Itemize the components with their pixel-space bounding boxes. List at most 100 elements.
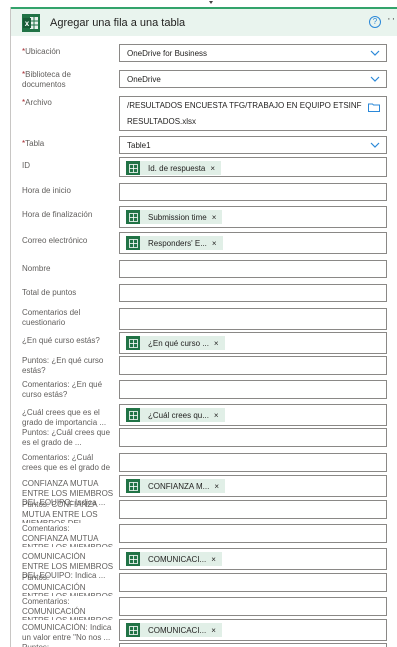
- dynamic-content-token[interactable]: ¿Cuál crees qu... ×: [126, 408, 225, 422]
- dynamic-content-token[interactable]: Submission time ×: [126, 210, 223, 224]
- total-puntos-input[interactable]: [119, 284, 387, 302]
- comentarios-comunicacion-input[interactable]: [119, 597, 387, 616]
- remove-token-icon[interactable]: ×: [214, 411, 219, 420]
- label-comentarios-comunicacion: Comentarios: COMUNICACIÓN ENTRE LOS MIEM…: [22, 597, 113, 620]
- label-comentarios-cuestionario: Comentarios del cuestionario: [22, 308, 81, 327]
- row-puntos-curso: Puntos: ¿En qué curso estás?: [11, 356, 397, 379]
- comentarios-curso-input[interactable]: [119, 380, 387, 399]
- excel-icon: x: [22, 14, 40, 32]
- forms-icon: [126, 623, 140, 637]
- label-correo: Correo electrónico: [22, 236, 88, 245]
- puntos-confianza-input[interactable]: [119, 500, 387, 519]
- chevron-down-icon[interactable]: [370, 75, 380, 83]
- token-label: ¿Cuál crees qu...: [148, 410, 209, 420]
- comentarios-cuestionario-input[interactable]: [119, 308, 387, 330]
- forms-icon: [126, 408, 140, 422]
- puntos-comunicacion-input[interactable]: [119, 573, 387, 592]
- question-circle-icon[interactable]: ?: [369, 16, 381, 28]
- comunicacion-input[interactable]: COMUNICACI... ×: [119, 548, 387, 570]
- row-id: ID Id. de respuesta ×: [11, 157, 397, 181]
- archivo-picker[interactable]: /RESULTADOS ENCUESTA TFG/TRABAJO EN EQUI…: [119, 96, 387, 131]
- label-comentarios-curso: Comentarios: ¿En qué curso estás?: [22, 380, 103, 399]
- confianza-input[interactable]: CONFIANZA M... ×: [119, 475, 387, 497]
- puntos-last-input[interactable]: [119, 643, 387, 647]
- correo-input[interactable]: Responders' E... ×: [119, 232, 387, 254]
- comentarios-grado-input[interactable]: [119, 453, 387, 472]
- label-archivo: Archivo: [25, 98, 52, 107]
- label-ubicacion: Ubicación: [25, 47, 61, 56]
- row-puntos-last: Puntos:: [11, 643, 397, 647]
- label-puntos-comunicacion: Puntos: COMUNICACIÓN ENTRE LOS MIEMBROS …: [22, 573, 113, 596]
- label-puntos-confianza: Puntos: CONFIANZA MUTUA ENTRE LOS MIEMBR…: [22, 500, 98, 523]
- row-comunicacion-valor: COMUNICACIÓN: Indica un valor entre "No …: [11, 619, 397, 645]
- label-puntos-grado: Puntos: ¿Cuál crees que es el grado de .…: [22, 428, 111, 447]
- remove-token-icon[interactable]: ×: [212, 239, 217, 248]
- comunicacion-valor-input[interactable]: COMUNICACI... ×: [119, 619, 387, 641]
- hora-fin-input[interactable]: Submission time ×: [119, 206, 387, 228]
- ubicacion-dropdown[interactable]: OneDrive for Business: [119, 44, 387, 62]
- remove-token-icon[interactable]: ×: [211, 626, 216, 635]
- archivo-path-line2: RESULTADOS.xlsx: [127, 117, 197, 126]
- dynamic-content-token[interactable]: COMUNICACI... ×: [126, 623, 222, 637]
- forms-icon: [126, 479, 140, 493]
- id-input[interactable]: Id. de respuesta ×: [119, 157, 387, 177]
- forms-icon: [126, 161, 140, 175]
- token-label: COMUNICACI...: [148, 625, 207, 635]
- row-total-puntos: Total de puntos: [11, 284, 397, 306]
- row-comentarios-comunicacion: Comentarios: COMUNICACIÓN ENTRE LOS MIEM…: [11, 597, 397, 620]
- folder-icon[interactable]: [368, 103, 380, 112]
- token-label: CONFIANZA M...: [148, 481, 210, 491]
- ellipsis-icon[interactable]: ··: [387, 13, 396, 25]
- row-comunicacion: COMUNICACIÓN ENTRE LOS MIEMBROS DEL EQUI…: [11, 548, 397, 578]
- label-nombre: Nombre: [22, 264, 51, 273]
- label-comentarios-grado: Comentarios: ¿Cuál crees que es el grado…: [22, 453, 111, 476]
- dynamic-content-token[interactable]: ¿En qué curso ... ×: [126, 336, 225, 350]
- label-biblioteca: Biblioteca de documentos: [22, 70, 71, 89]
- row-comentarios-cuestionario: Comentarios del cuestionario: [11, 308, 397, 334]
- label-tabla: Tabla: [25, 139, 45, 148]
- row-confianza: CONFIANZA MUTUA ENTRE LOS MIEMBROS DEL E…: [11, 475, 397, 505]
- dynamic-content-token[interactable]: CONFIANZA M... ×: [126, 479, 226, 493]
- remove-token-icon[interactable]: ×: [212, 213, 217, 222]
- chevron-down-icon[interactable]: [370, 49, 380, 57]
- dynamic-content-token[interactable]: COMUNICACI... ×: [126, 552, 222, 566]
- dynamic-content-token[interactable]: Id. de respuesta ×: [126, 161, 222, 175]
- token-label: Submission time: [148, 212, 207, 222]
- puntos-curso-input[interactable]: [119, 356, 387, 375]
- token-label: ¿En qué curso ...: [148, 338, 209, 348]
- remove-token-icon[interactable]: ×: [210, 164, 215, 173]
- token-label: Id. de respuesta: [148, 163, 206, 173]
- action-card: x Agregar una fila a una tabla ? ·· *Ubi…: [10, 7, 397, 647]
- row-puntos-confianza: Puntos: CONFIANZA MUTUA ENTRE LOS MIEMBR…: [11, 500, 397, 523]
- nombre-input[interactable]: [119, 260, 387, 278]
- row-puntos-comunicacion: Puntos: COMUNICACIÓN ENTRE LOS MIEMBROS …: [11, 573, 397, 596]
- label-puntos-curso: Puntos: ¿En qué curso estás?: [22, 356, 104, 375]
- tabla-dropdown[interactable]: Table1: [119, 136, 387, 154]
- biblioteca-dropdown[interactable]: OneDrive: [119, 70, 387, 88]
- row-curso: ¿En qué curso estás? ¿En qué curso ... ×: [11, 332, 397, 358]
- action-header[interactable]: x Agregar una fila a una tabla ? ··: [11, 7, 397, 36]
- remove-token-icon[interactable]: ×: [214, 339, 219, 348]
- row-biblioteca: *Biblioteca de documentos OneDrive: [11, 68, 397, 90]
- grado-input[interactable]: ¿Cuál crees qu... ×: [119, 404, 387, 426]
- row-correo: Correo electrónico Responders' E... ×: [11, 232, 397, 258]
- curso-input[interactable]: ¿En qué curso ... ×: [119, 332, 387, 354]
- collapse-caret-icon[interactable]: [209, 1, 213, 4]
- dynamic-content-token[interactable]: Responders' E... ×: [126, 236, 223, 250]
- chevron-down-icon[interactable]: [370, 141, 380, 149]
- row-hora-fin: Hora de finalización Submission time ×: [11, 206, 397, 232]
- forms-icon: [126, 336, 140, 350]
- token-label: COMUNICACI...: [148, 554, 207, 564]
- hora-inicio-input[interactable]: [119, 183, 387, 201]
- row-archivo: *Archivo /RESULTADOS ENCUESTA TFG/TRABAJ…: [11, 96, 397, 132]
- forms-icon: [126, 552, 140, 566]
- forms-icon: [126, 236, 140, 250]
- label-total-puntos: Total de puntos: [22, 288, 77, 297]
- remove-token-icon[interactable]: ×: [214, 482, 219, 491]
- remove-token-icon[interactable]: ×: [211, 555, 216, 564]
- puntos-grado-input[interactable]: [119, 428, 387, 447]
- row-hora-inicio: Hora de inicio: [11, 183, 397, 205]
- archivo-path-line1: /RESULTADOS ENCUESTA TFG/TRABAJO EN EQUI…: [127, 101, 362, 110]
- comentarios-confianza-input[interactable]: [119, 524, 387, 543]
- row-comentarios-confianza: Comentarios: CONFIANZA MUTUA ENTRE LOS M…: [11, 524, 397, 547]
